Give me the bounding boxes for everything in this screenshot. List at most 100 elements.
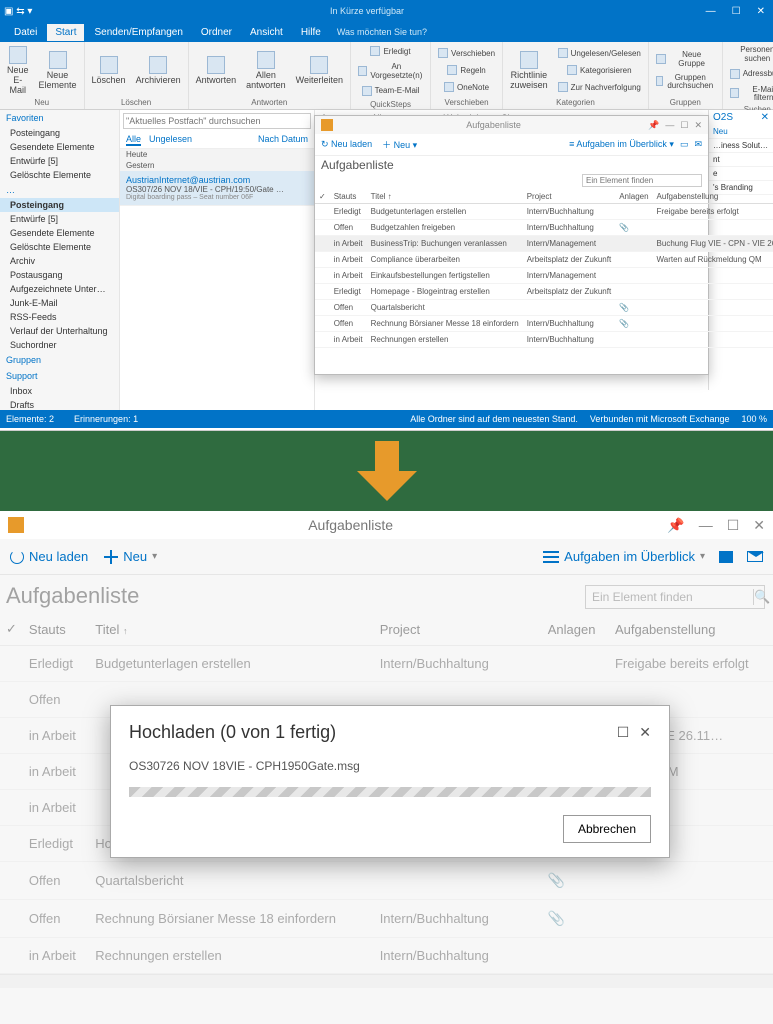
folder-item[interactable]: Gelöschte Elemente	[0, 240, 119, 254]
card-icon[interactable]: ▭	[680, 139, 689, 150]
forward-button[interactable]: Weiterleiten	[293, 44, 346, 98]
qs-done[interactable]: Erledigt	[355, 44, 426, 60]
folder-item[interactable]: Aufgezeichnete Unterha…	[0, 282, 119, 296]
address-book[interactable]: Adressbuch	[727, 67, 773, 83]
support-header[interactable]: Support	[0, 368, 119, 384]
folder-item[interactable]: Suchordner	[0, 338, 119, 352]
overlay-search-input[interactable]	[582, 174, 702, 187]
close-icon[interactable]: ✕	[694, 120, 702, 131]
group-yesterday[interactable]: Gestern	[120, 160, 314, 171]
table-row[interactable]: OffenBudgetzahlen freigebenIntern/Buchha…	[315, 220, 773, 236]
table-row[interactable]: in ArbeitEinkaufsbestellungen fertigstel…	[315, 268, 773, 284]
new-button[interactable]: ＋ Neu ▾	[382, 138, 417, 151]
maximize-icon[interactable]: ☐	[617, 724, 630, 741]
folder-item[interactable]: Postausgang	[0, 268, 119, 282]
folder-item[interactable]: RSS-Feeds	[0, 310, 119, 324]
table-row[interactable]: ErledigtHomepage - Blogeintrag erstellen…	[315, 284, 773, 300]
folder-item[interactable]: Verlauf der Unterhaltung	[0, 324, 119, 338]
table-row[interactable]: in ArbeitCompliance überarbeitenArbeitsp…	[315, 252, 773, 268]
zoom-level[interactable]: 100 %	[741, 414, 767, 424]
browse-groups-button[interactable]: Gruppen durchsuchen	[653, 72, 718, 94]
folder-item[interactable]: Gelöschte Elemente	[0, 168, 119, 182]
policy-button[interactable]: Richtlinie zuweisen	[507, 44, 551, 98]
new-button[interactable]: Neu▾	[104, 549, 157, 564]
folder-item[interactable]: Junk-E-Mail	[0, 296, 119, 310]
folder-item[interactable]: Gesendete Elemente	[0, 140, 119, 154]
qs-team[interactable]: Team-E-Mail	[355, 84, 426, 100]
folder-item[interactable]: Gesendete Elemente	[0, 226, 119, 240]
followup-button[interactable]: Zur Nachverfolgung	[555, 80, 644, 96]
favorites-header[interactable]: Favoriten	[0, 110, 119, 126]
minimize-icon[interactable]: —	[665, 120, 674, 131]
col-task[interactable]: Aufgabenstellung	[653, 190, 773, 204]
folder-item[interactable]: Entwürfe [5]	[0, 154, 119, 168]
maximize-icon[interactable]: ☐	[680, 120, 688, 131]
message-item[interactable]: AustrianInternet@austrian.com OS307/26 N…	[120, 171, 314, 206]
tab-datei[interactable]: Datei	[6, 24, 45, 41]
account-header[interactable]: …	[0, 182, 119, 198]
tab-hilfe[interactable]: Hilfe	[293, 24, 329, 41]
filter-mail[interactable]: E-Mail filtern	[727, 84, 773, 106]
sort-by[interactable]: Nach Datum	[258, 134, 308, 146]
mail-icon[interactable]	[747, 551, 763, 562]
tell-me[interactable]: Was möchten Sie tun?	[337, 27, 427, 37]
table-row[interactable]: in ArbeitRechnungen erstellenIntern/Buch…	[315, 332, 773, 348]
o2s-item[interactable]: e	[709, 167, 773, 181]
move-button[interactable]: Verschieben	[435, 46, 498, 62]
reply-button[interactable]: Antworten	[193, 44, 240, 98]
cancel-button[interactable]: Abbrechen	[563, 815, 651, 843]
search-input[interactable]	[123, 113, 311, 129]
table-row[interactable]: ErledigtBudgetunterlagen erstellenIntern…	[315, 204, 773, 220]
table-row[interactable]: OffenQuartalsbericht📎	[315, 300, 773, 316]
close-icon[interactable]: ✕	[753, 517, 765, 534]
tab-senden[interactable]: Senden/Empfangen	[86, 24, 190, 41]
filter-unread[interactable]: Ungelesen	[149, 134, 192, 146]
col-attach[interactable]: Anlagen	[615, 190, 652, 204]
col-project[interactable]: Project	[523, 190, 615, 204]
col-status[interactable]: Stauts	[330, 190, 367, 204]
view-selector[interactable]: ≡ Aufgaben im Überblick ▾	[569, 139, 674, 150]
archive-button[interactable]: Archivieren	[133, 44, 184, 98]
reload-button[interactable]: Neu laden	[10, 549, 88, 564]
o2s-item[interactable]: nt	[709, 153, 773, 167]
folder-item[interactable]: Archiv	[0, 254, 119, 268]
people-search[interactable]: Personen suchen	[727, 44, 773, 66]
o2s-item[interactable]: …iness Solutions	[709, 139, 773, 153]
o2s-new[interactable]: Neu	[709, 125, 773, 139]
table-row[interactable]: in ArbeitBusinessTrip: Buchungen veranla…	[315, 236, 773, 252]
new-group-button[interactable]: Neue Gruppe	[653, 49, 718, 71]
new-items-button[interactable]: Neue Elemente	[36, 44, 80, 98]
folder-item-inbox[interactable]: Posteingang	[0, 198, 119, 212]
pin-icon[interactable]: 📌	[667, 517, 684, 534]
minimize-icon[interactable]: —	[699, 517, 713, 534]
folder-item[interactable]: Entwürfe [5]	[0, 212, 119, 226]
col-title[interactable]: Titel ↑	[367, 190, 523, 204]
rules-button[interactable]: Regeln	[435, 63, 498, 79]
card-view-icon[interactable]	[719, 551, 733, 563]
table-row[interactable]: OffenRechnung Börsianer Messe 18 einford…	[315, 316, 773, 332]
reply-all-button[interactable]: Allen antworten	[243, 44, 289, 98]
folder-item[interactable]: Posteingang	[0, 126, 119, 140]
folder-pane[interactable]: Favoriten Posteingang Gesendete Elemente…	[0, 110, 120, 410]
view-selector[interactable]: Aufgaben im Überblick▾	[543, 549, 705, 564]
mail-icon[interactable]: ✉	[694, 139, 702, 150]
quickaccess[interactable]: ▣ ⇆ ▾	[4, 6, 32, 17]
unread-button[interactable]: Ungelesen/Gelesen	[555, 46, 644, 62]
tab-ordner[interactable]: Ordner	[193, 24, 240, 41]
o2s-close-icon[interactable]: ✕	[761, 112, 769, 123]
minimize-icon[interactable]: —	[702, 6, 720, 17]
maximize-icon[interactable]: ☐	[727, 517, 740, 534]
filter-all[interactable]: Alle	[126, 134, 141, 146]
maximize-icon[interactable]: ☐	[728, 6, 745, 17]
pin-icon[interactable]: 📌	[648, 120, 659, 131]
qs-boss[interactable]: An Vorgesetzte(n)	[355, 61, 426, 83]
categorize-button[interactable]: Kategorisieren	[555, 63, 644, 79]
tab-start[interactable]: Start	[47, 24, 84, 41]
delete-button[interactable]: Löschen	[89, 44, 129, 98]
folder-item[interactable]: Inbox	[0, 384, 119, 398]
group-today[interactable]: Heute	[120, 149, 314, 160]
close-icon[interactable]: ✕	[639, 724, 651, 741]
folder-item[interactable]: Drafts	[0, 398, 119, 410]
onenote-button[interactable]: OneNote	[435, 80, 498, 96]
reload-button[interactable]: ↻ Neu laden	[321, 139, 372, 150]
